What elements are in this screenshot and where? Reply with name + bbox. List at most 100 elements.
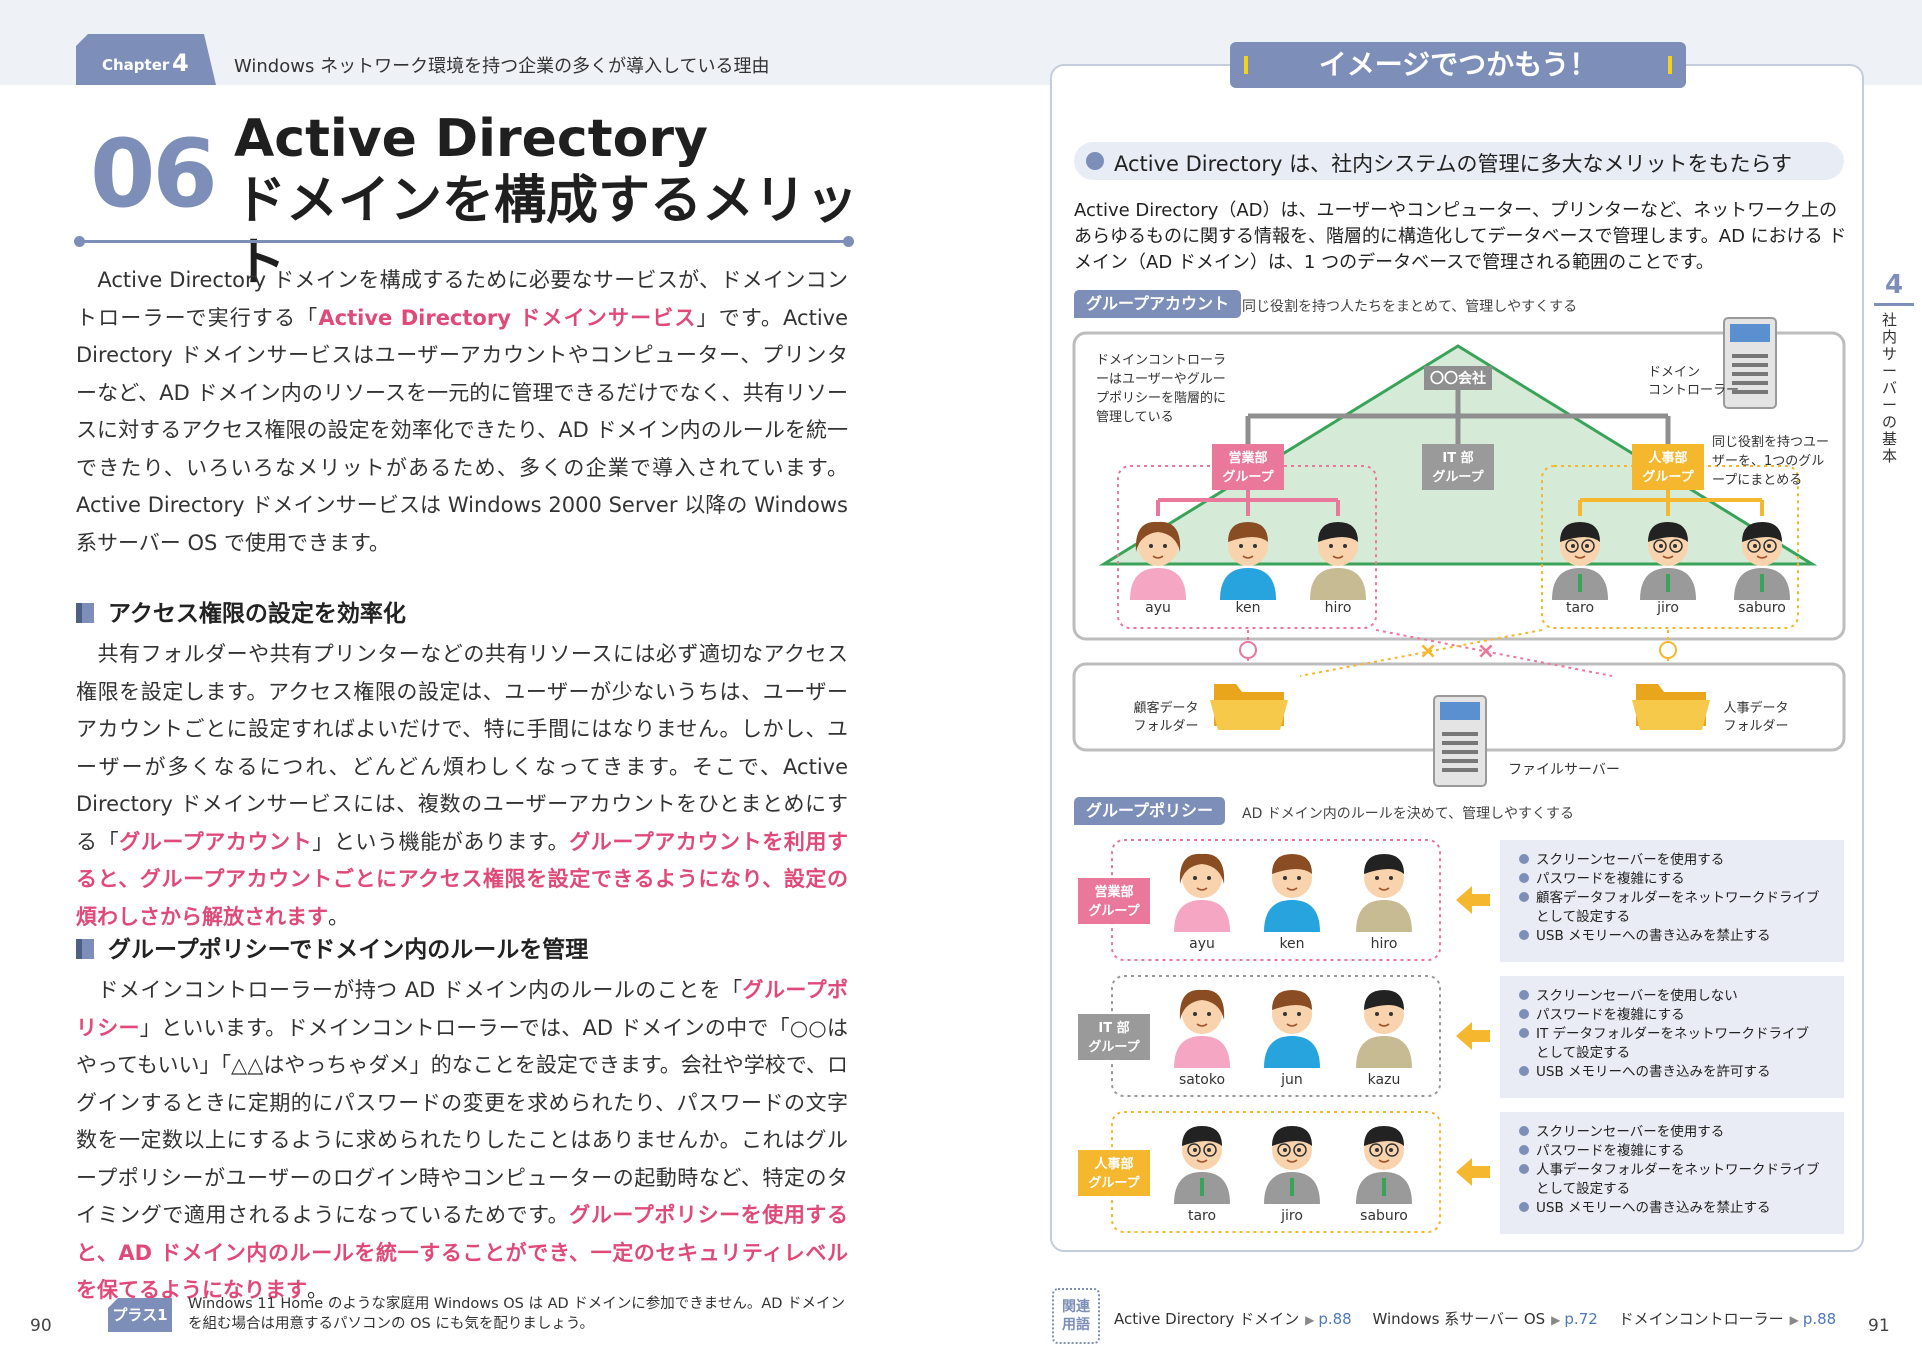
rule-bullet-icon — [1519, 854, 1529, 864]
person-eye — [1375, 1148, 1379, 1152]
person-eye — [1283, 1148, 1287, 1152]
person-body — [1264, 900, 1320, 932]
arrow-left-icon — [1456, 886, 1490, 914]
group-note: 同じ役割を持つユー — [1712, 434, 1829, 450]
server-panel — [1730, 324, 1770, 342]
person-eye — [1253, 544, 1257, 548]
tie — [1290, 1178, 1294, 1196]
server-slot — [1442, 750, 1478, 754]
user-avatar-icon — [1174, 989, 1230, 1068]
user-name: satoko — [1179, 1072, 1225, 1088]
user-name: jiro — [1656, 600, 1679, 616]
person-eye — [1571, 544, 1575, 548]
dc-label: ドメイン — [1648, 365, 1700, 380]
user-avatar-icon — [1356, 854, 1412, 932]
user-name: kazu — [1368, 1072, 1401, 1088]
group-box-label: グループ — [1642, 469, 1694, 485]
user-name: saburo — [1738, 600, 1786, 616]
policy-group-label: グループ — [1088, 1039, 1140, 1055]
person-eye — [1297, 1148, 1301, 1152]
policy-rule-text: パスワードを複雑にする — [1536, 1142, 1685, 1159]
group-box-label: グループ — [1222, 469, 1274, 485]
user-avatar-icon — [1264, 854, 1320, 932]
group-box-label: グループ — [1432, 469, 1484, 485]
policy-rule-text: スクリーンセーバーを使用する — [1536, 851, 1724, 868]
user-name: taro — [1566, 600, 1594, 616]
user-name: saburo — [1360, 1208, 1408, 1224]
user-avatar-icon — [1264, 1126, 1320, 1204]
deny-icon: × — [1477, 639, 1495, 664]
rule-bullet-icon — [1519, 1145, 1529, 1155]
person-eye — [1207, 1148, 1211, 1152]
policy-group-label: グループ — [1088, 1175, 1140, 1191]
user-name: ayu — [1145, 600, 1171, 616]
person-eye — [1207, 1012, 1211, 1016]
policy-rule-text: として設定する — [1536, 909, 1630, 925]
person-eye — [1375, 1012, 1379, 1016]
rule-bullet-icon — [1519, 930, 1529, 940]
server-slot — [1732, 363, 1768, 367]
deny-icon: × — [1419, 639, 1437, 664]
person-eye — [1297, 1012, 1301, 1016]
arrow-left-icon — [1456, 1158, 1490, 1186]
policy-rule-text: 人事データフォルダーをネットワークドライブ — [1536, 1161, 1820, 1178]
folder-label: フォルダー — [1133, 719, 1198, 734]
diagram-svg: 〇〇会社営業部グループIT 部グループ人事部グループayu ken hiro taro… — [1072, 317, 1846, 1234]
policy-rule-text: 顧客データフォルダーをネットワークドライブ — [1536, 889, 1820, 906]
person-body — [1264, 1036, 1320, 1068]
server-slot — [1442, 741, 1478, 745]
server-slot — [1442, 759, 1478, 763]
policy-rule-text: スクリーンセーバーを使用する — [1536, 1123, 1724, 1140]
policy-group-label: IT 部 — [1098, 1020, 1129, 1036]
allow-icon — [1659, 641, 1677, 659]
policy-rule-text: として設定する — [1536, 1181, 1630, 1197]
server-slot — [1442, 732, 1478, 736]
server-slot — [1442, 768, 1478, 772]
user-name: hiro — [1371, 936, 1398, 952]
rule-bullet-icon — [1519, 1202, 1529, 1212]
dc-note: プポリシーを階層的に — [1096, 390, 1226, 406]
user-avatar-icon — [1174, 853, 1230, 932]
user-name: ken — [1235, 600, 1260, 616]
person-eye — [1239, 544, 1243, 548]
user-name: taro — [1188, 1208, 1216, 1224]
policy-rule-text: USB メモリーへの書き込みを許可する — [1536, 1064, 1771, 1080]
folder-label: フォルダー — [1723, 719, 1788, 734]
user-avatar-icon — [1264, 990, 1320, 1068]
user-name: hiro — [1325, 600, 1352, 616]
user-name: ayu — [1189, 936, 1215, 952]
folder-front — [1210, 700, 1288, 730]
person-eye — [1673, 544, 1677, 548]
user-name: ken — [1279, 936, 1304, 952]
person-eye — [1389, 1012, 1393, 1016]
person-body — [1356, 1036, 1412, 1068]
folder-label: 人事データ — [1723, 700, 1788, 716]
user-avatar-icon — [1356, 990, 1412, 1068]
person-eye — [1343, 544, 1347, 548]
tie — [1200, 1178, 1204, 1196]
rule-bullet-icon — [1519, 1126, 1529, 1136]
company-label: 〇〇会社 — [1430, 370, 1486, 387]
rule-bullet-icon — [1519, 873, 1529, 883]
person-eye — [1207, 876, 1211, 880]
policy-rule-text: USB メモリーへの書き込みを禁止する — [1536, 1200, 1771, 1216]
rule-bullet-icon — [1519, 892, 1529, 902]
file-server-label: ファイルサーバー — [1508, 762, 1620, 778]
policy-rule-text: スクリーンセーバーを使用しない — [1536, 987, 1738, 1004]
rule-bullet-icon — [1519, 1028, 1529, 1038]
tie — [1666, 574, 1670, 592]
folder-front — [1632, 700, 1710, 730]
person-eye — [1753, 544, 1757, 548]
person-eye — [1283, 1012, 1287, 1016]
person-eye — [1193, 876, 1197, 880]
person-eye — [1149, 544, 1153, 548]
person-eye — [1163, 544, 1167, 548]
policy-rule-text: IT データフォルダーをネットワークドライブ — [1536, 1025, 1810, 1042]
policy-rule-text: USB メモリーへの書き込みを禁止する — [1536, 928, 1771, 944]
person-eye — [1329, 544, 1333, 548]
group-box-label: IT 部 — [1442, 450, 1473, 466]
person-eye — [1283, 876, 1287, 880]
policy-group-label: 営業部 — [1094, 884, 1133, 900]
dc-note: ーはユーザーやグルー — [1096, 372, 1226, 387]
group-box-label: 営業部 — [1228, 450, 1267, 466]
